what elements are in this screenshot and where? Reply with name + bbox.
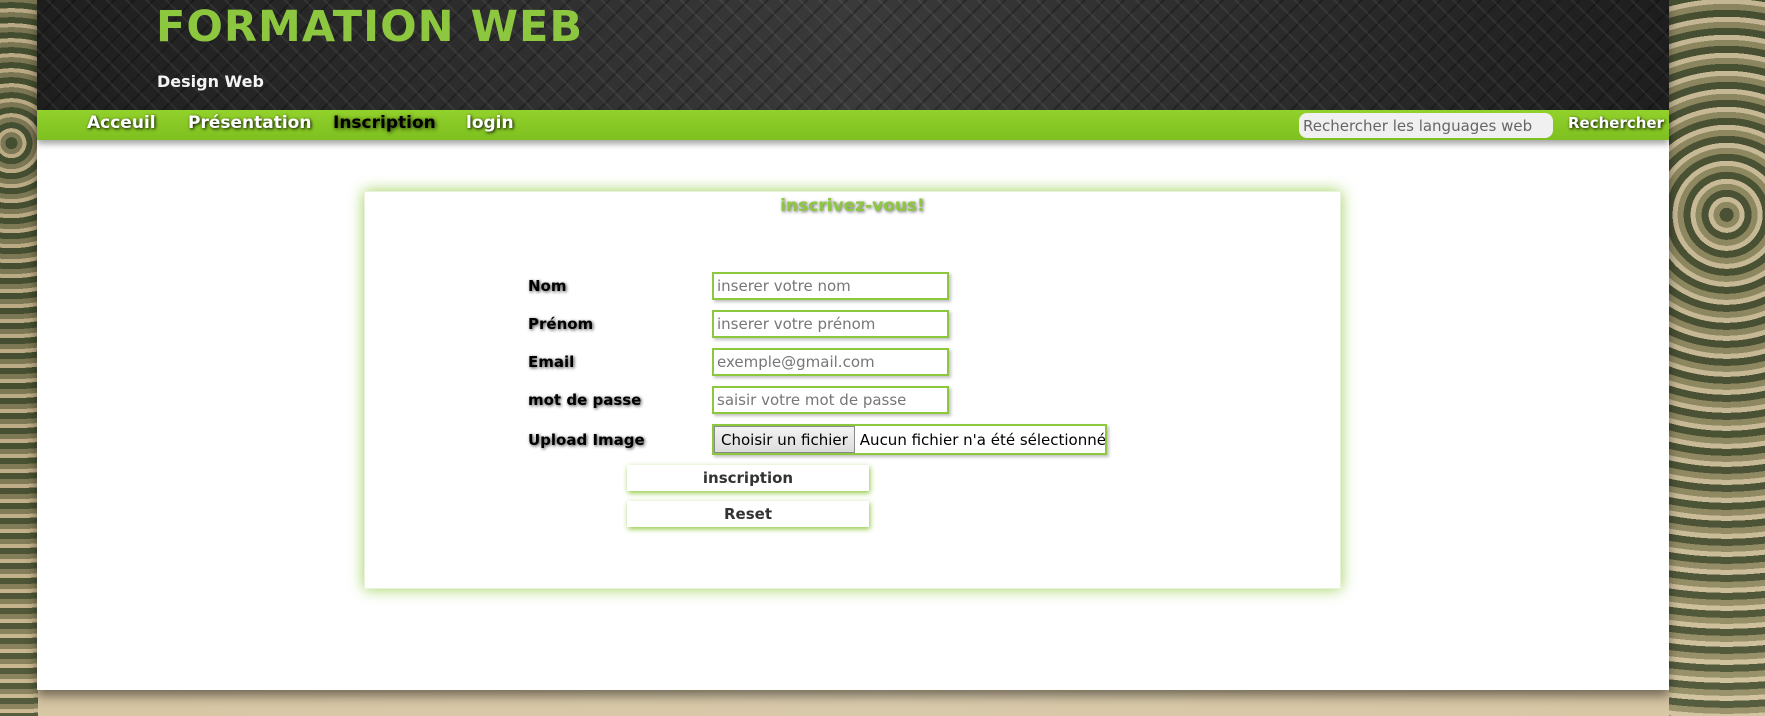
nav-item-acceuil[interactable]: Acceuil — [87, 113, 156, 133]
image-upload-field: Choisir un fichier Aucun fichier n'a été… — [712, 424, 1107, 455]
signup-form-card: inscrivez-vous! Nom Prénom Email mot de … — [364, 191, 1341, 589]
site-subtitle: Design Web — [157, 72, 264, 91]
page-container: FORMATION WEB Design Web Acceuil Présent… — [37, 0, 1669, 690]
prenom-field[interactable] — [712, 310, 949, 338]
nav-item-presentation[interactable]: Présentation — [188, 113, 311, 133]
field-label-email: Email — [528, 353, 575, 371]
search-button[interactable]: Rechercher — [1568, 114, 1664, 132]
site-header: FORMATION WEB Design Web — [37, 0, 1669, 110]
email-field[interactable] — [712, 348, 949, 376]
password-field[interactable] — [712, 386, 949, 414]
search-input[interactable] — [1299, 113, 1553, 138]
form-title: inscrivez-vous! — [780, 196, 925, 216]
field-label-upload: Upload Image — [528, 431, 645, 449]
field-label-password: mot de passe — [528, 391, 642, 409]
background-foliage-left — [0, 0, 38, 716]
choose-file-button[interactable]: Choisir un fichier — [714, 426, 855, 453]
field-label-prenom: Prénom — [528, 315, 594, 333]
main-nav: Acceuil Présentation Inscription login R… — [37, 110, 1669, 140]
inscription-button[interactable]: inscription — [627, 465, 869, 491]
field-label-nom: Nom — [528, 277, 567, 295]
nav-item-login[interactable]: login — [466, 113, 514, 133]
nom-field[interactable] — [712, 272, 949, 300]
site-title: FORMATION WEB — [156, 2, 584, 52]
background-foliage-right — [1669, 0, 1765, 716]
nav-item-inscription[interactable]: Inscription — [333, 113, 436, 133]
file-status-text: Aucun fichier n'a été sélectionné — [859, 430, 1106, 449]
reset-button[interactable]: Reset — [627, 501, 869, 527]
